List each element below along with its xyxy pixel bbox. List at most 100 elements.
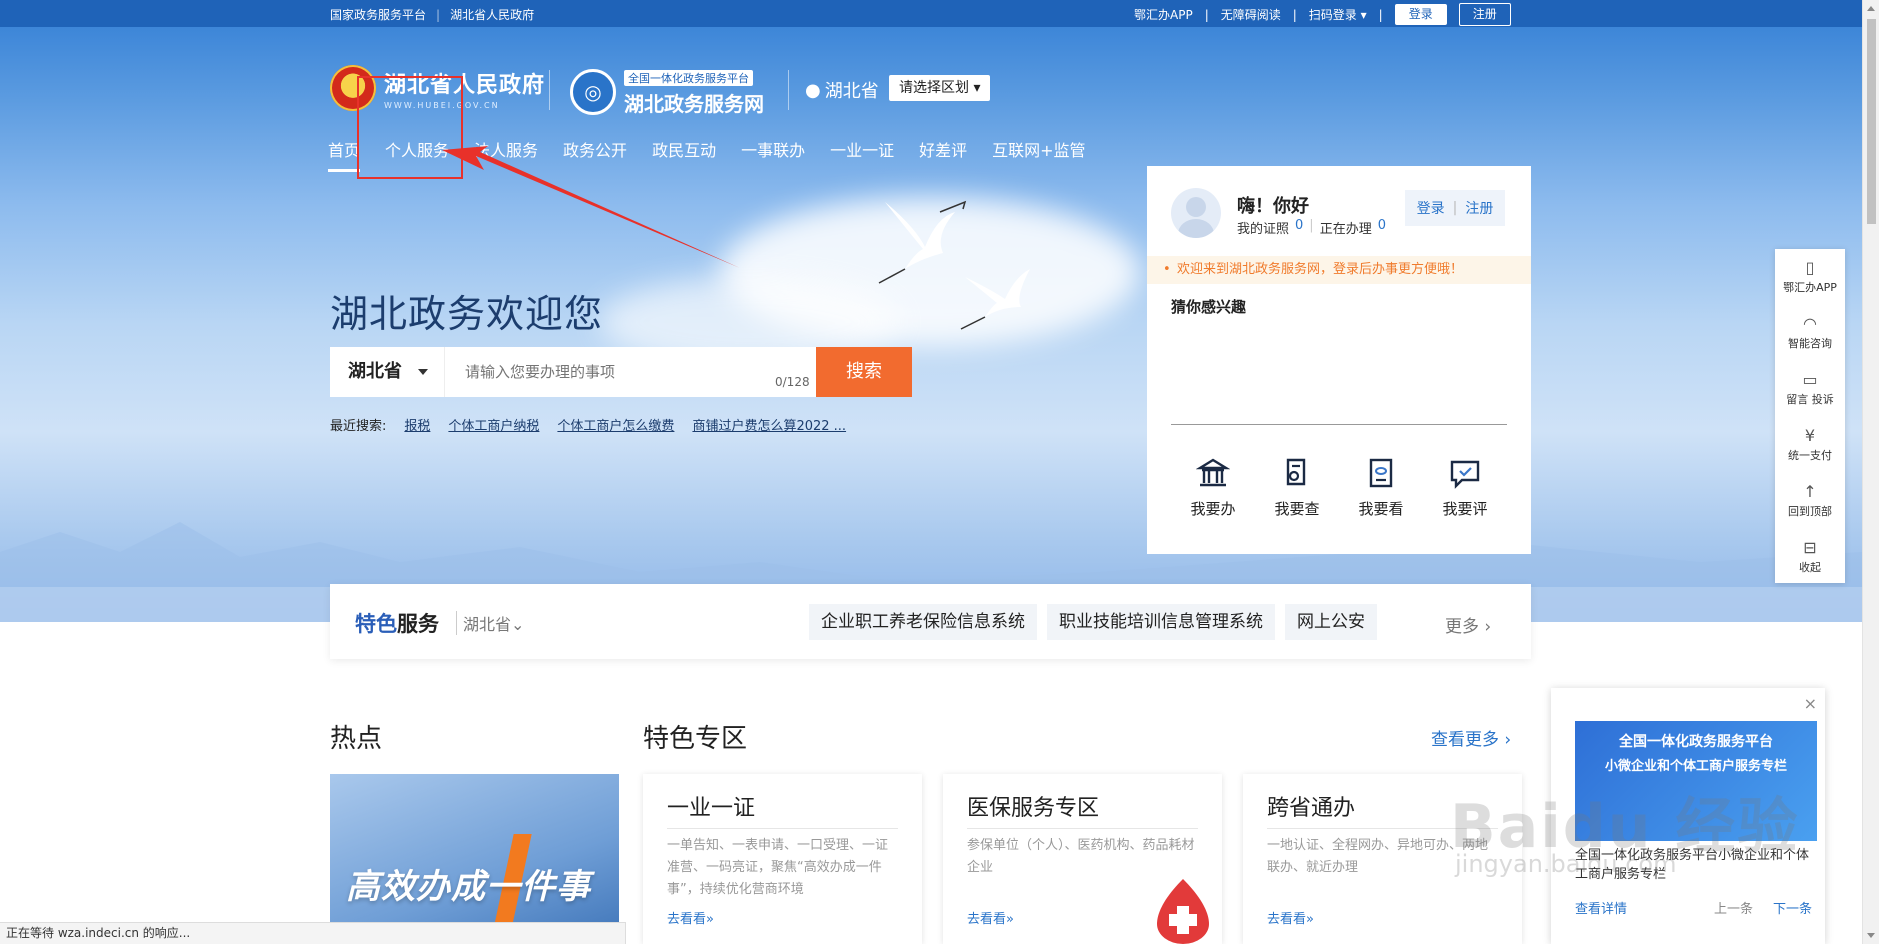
panel-login-link[interactable]: 登录 xyxy=(1417,198,1445,218)
card-title: 一业一证 xyxy=(667,790,898,829)
see-more-link[interactable]: 查看更多 › xyxy=(1431,725,1511,750)
card-go-link[interactable]: 去看看» xyxy=(967,908,1014,927)
double-chevron-icon: » xyxy=(1006,912,1014,927)
tool-label: 鄂汇办APP xyxy=(1783,280,1837,294)
zone-card[interactable]: 医保服务专区 参保单位（个人）、医药机构、药品耗材企业 去看看» xyxy=(943,774,1222,944)
greeting: 嗨！你好 xyxy=(1237,196,1309,217)
tool-label: 留言 投诉 xyxy=(1786,392,1834,406)
nav-one-license[interactable]: 一业一证 xyxy=(830,137,894,172)
feature-title: 特色服务 xyxy=(355,608,439,638)
phone-icon: ▯ xyxy=(1805,257,1815,277)
divider xyxy=(1171,424,1507,425)
action-query[interactable]: 我要查 xyxy=(1274,456,1320,519)
divider: | xyxy=(1292,7,1297,22)
doing-label[interactable]: 正在办理 xyxy=(1320,218,1372,237)
action-do[interactable]: 我要办 xyxy=(1190,456,1236,519)
nav-supervision[interactable]: 互联网+监管 xyxy=(992,137,1085,172)
bank-icon xyxy=(1195,458,1230,487)
feature-region-select[interactable]: 湖北省⌄ xyxy=(456,611,524,635)
medical-cross-icon xyxy=(1157,879,1209,944)
scroll-up-icon[interactable] xyxy=(1867,6,1875,11)
feature-tag[interactable]: 企业职工养老保险信息系统 xyxy=(809,604,1037,640)
divider xyxy=(549,70,550,110)
national-platform-link[interactable]: 国家政务服务平台 xyxy=(330,6,426,23)
search-province-select[interactable]: 湖北省 xyxy=(330,347,445,397)
double-chevron-icon: » xyxy=(1306,912,1314,927)
qr-login-link[interactable]: 扫码登录 ▾ xyxy=(1309,6,1367,23)
promo-detail-link[interactable]: 查看详情 xyxy=(1575,898,1627,917)
crane-decoration xyxy=(878,200,1030,330)
card-go-link[interactable]: 去看看» xyxy=(667,908,714,927)
display-eye-icon xyxy=(1369,458,1393,488)
nav-home[interactable]: 首页 xyxy=(328,137,361,172)
hot-banner-text: 高效办成一件事 xyxy=(346,867,591,907)
card-go-label: 去看看 xyxy=(1267,912,1307,927)
card-go-link[interactable]: 去看看» xyxy=(1267,908,1314,927)
action-label: 我要评 xyxy=(1442,500,1488,518)
region-select[interactable]: 请选择区划 ▾ xyxy=(889,75,991,101)
chevron-down-icon: ▾ xyxy=(973,80,981,96)
feature-more-link[interactable]: 更多 › xyxy=(1445,612,1491,637)
guess-title: 猜你感兴趣 xyxy=(1171,298,1247,316)
zone-title: 特色专区 xyxy=(643,724,748,754)
zone-card[interactable]: 一业一证 一单告知、一表申请、一口受理、一证准营、一码亮证，聚焦“高效办成一件事… xyxy=(643,774,922,944)
doing-count[interactable]: 0 xyxy=(1378,218,1386,237)
certs-label[interactable]: 我的证照 xyxy=(1237,218,1289,237)
hero-title: 湖北政务欢迎您 xyxy=(330,292,604,336)
tool-consult[interactable]: ◠ 智能咨询 xyxy=(1775,305,1845,361)
search-bar: 湖北省 0/128 搜索 xyxy=(330,347,912,397)
certs-count[interactable]: 0 xyxy=(1295,218,1303,237)
platform-title: 湖北政务服务网 xyxy=(624,92,764,116)
search-char-count: 0/128 xyxy=(775,375,810,389)
close-icon[interactable]: × xyxy=(1804,694,1817,713)
tool-complaint[interactable]: ▭ 留言 投诉 xyxy=(1775,361,1845,417)
tool-label: 回到顶部 xyxy=(1788,504,1832,518)
action-rate[interactable]: 我要评 xyxy=(1442,456,1488,519)
feature-tag[interactable]: 职业技能培训信息管理系统 xyxy=(1047,604,1275,640)
comment-check-icon xyxy=(1450,460,1480,489)
page-scrollbar[interactable] xyxy=(1862,0,1879,944)
location-pin-icon: ● xyxy=(805,79,821,101)
scroll-thumb[interactable] xyxy=(1867,19,1876,224)
scroll-down-icon[interactable] xyxy=(1867,933,1875,938)
accessibility-link[interactable]: 无障碍阅读 xyxy=(1221,6,1281,23)
promo-next-link[interactable]: 下一条 xyxy=(1773,898,1812,917)
card-title: 医保服务专区 xyxy=(967,790,1198,829)
action-label: 我要办 xyxy=(1190,500,1236,518)
top-bar: 国家政务服务平台 | 湖北省人民政府 鄂汇办APP | 无障碍阅读 | 扫码登录… xyxy=(0,0,1862,27)
feature-title-b: 服务 xyxy=(397,612,439,636)
recent-item[interactable]: 商铺过户费怎么算2022 ... xyxy=(692,415,846,434)
panel-register-link[interactable]: 注册 xyxy=(1465,198,1493,218)
action-view[interactable]: 我要看 xyxy=(1358,456,1404,519)
search-button[interactable]: 搜索 xyxy=(816,347,912,397)
tool-label: 智能咨询 xyxy=(1788,336,1832,350)
login-notice: 欢迎来到湖北政务服务网，登录后办事更方便哦！ xyxy=(1147,256,1531,284)
feature-region-label: 湖北省 xyxy=(463,615,512,634)
tool-app[interactable]: ▯ 鄂汇办APP xyxy=(1775,249,1845,305)
search-input[interactable] xyxy=(445,347,816,397)
tool-label: 统一支付 xyxy=(1788,448,1832,462)
annotation-arrow-icon xyxy=(442,146,740,268)
platform-logo[interactable]: ◎ 全国一体化政务服务平台 湖北政务服务网 xyxy=(570,67,764,117)
nav-joint-service[interactable]: 一事联办 xyxy=(741,137,805,172)
hubei-gov-link[interactable]: 湖北省人民政府 xyxy=(450,6,534,23)
hot-banner-image[interactable]: 高效办成一件事 xyxy=(330,774,619,944)
card-go-label: 去看看 xyxy=(967,912,1007,927)
feature-tag[interactable]: 网上公安 xyxy=(1285,604,1377,640)
top-register-button[interactable]: 注册 xyxy=(1458,3,1511,26)
promo-banner-line2: 小微企业和个体工商户服务专栏 xyxy=(1604,759,1787,774)
top-login-button[interactable]: 登录 xyxy=(1394,4,1447,25)
browser-status-bar: 正在等待 wza.indeci.cn 的响应... xyxy=(0,922,626,944)
recent-item[interactable]: 报税 xyxy=(404,415,430,434)
app-link[interactable]: 鄂汇办APP xyxy=(1134,6,1193,23)
divider: | xyxy=(1378,7,1383,22)
recent-item[interactable]: 个体工商户纳税 xyxy=(448,415,539,434)
promo-prev-link[interactable]: 上一条 xyxy=(1714,898,1753,917)
tool-back-top[interactable]: ↑ 回到顶部 xyxy=(1775,473,1845,529)
tool-collapse[interactable]: ⊟ 收起 xyxy=(1775,529,1845,585)
double-chevron-icon: » xyxy=(706,912,714,927)
recent-item[interactable]: 个体工商户怎么缴费 xyxy=(557,415,674,434)
tool-payment[interactable]: ¥ 统一支付 xyxy=(1775,417,1845,473)
nav-rating[interactable]: 好差评 xyxy=(919,137,967,172)
quick-actions: 我要办 我要查 我要看 我要评 xyxy=(1171,456,1507,519)
